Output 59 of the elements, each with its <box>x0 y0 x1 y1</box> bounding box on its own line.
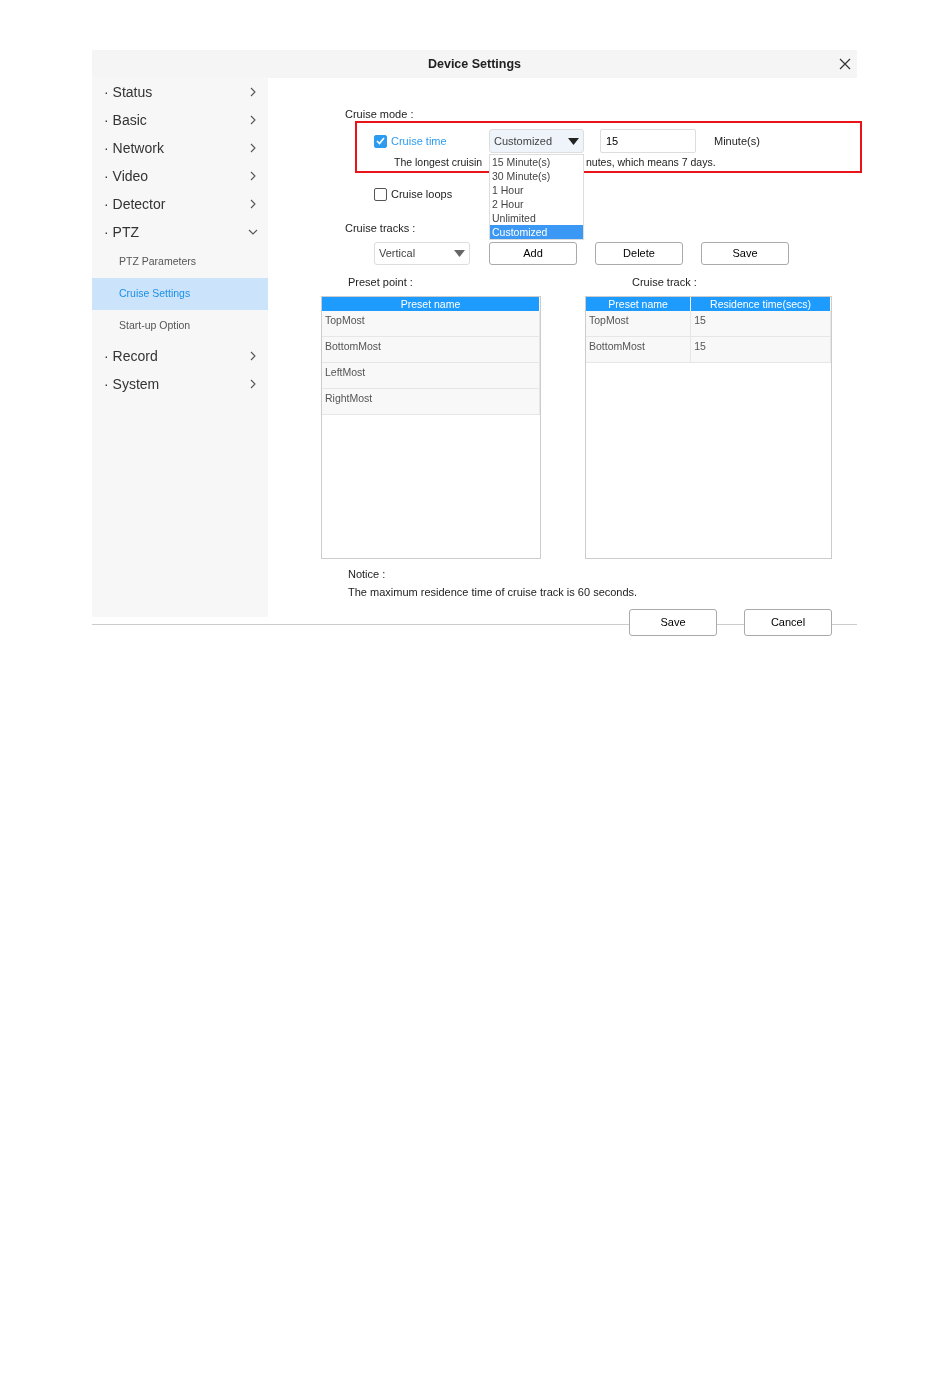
sidebar-item[interactable]: · Status <box>92 78 268 106</box>
chevron-right-icon <box>248 143 258 153</box>
checkbox[interactable] <box>374 187 387 201</box>
sidebar-item[interactable]: · Basic <box>92 106 268 134</box>
section-label: Preset point : <box>348 275 414 290</box>
section-label: Cruise mode : <box>345 108 414 121</box>
table-cell: RightMost <box>322 388 540 415</box>
sidebar-item[interactable]: · System <box>92 370 268 398</box>
sidebar-item[interactable]: · Record <box>92 342 268 370</box>
sidebar-subitem[interactable]: PTZ Parameters <box>92 246 268 278</box>
table-cell: 15 <box>691 310 831 337</box>
column-header: Residence time(secs) <box>691 296 831 311</box>
table-cell: BottomMost <box>586 336 692 363</box>
close-icon[interactable] <box>839 58 851 70</box>
notice-text: The maximum residence time of cruise track is 60 seconds. <box>348 585 639 600</box>
dropdown-option[interactable]: 2 Hour <box>490 197 583 211</box>
sidebar-item[interactable]: · Video <box>92 162 268 190</box>
footer-button[interactable]: Cancel <box>744 608 832 636</box>
table-cell: BottomMost <box>322 336 540 363</box>
chevron-right-icon <box>248 171 258 181</box>
caret-icon <box>454 250 465 257</box>
chevron-right-icon <box>248 87 258 97</box>
sidebar-subitem[interactable]: Start-up Option <box>92 310 268 342</box>
section-label: Cruise tracks : <box>345 220 416 236</box>
table-cell: TopMost <box>322 310 540 337</box>
dropdown-option[interactable]: Unlimited <box>490 211 583 225</box>
track-select[interactable]: Vertical <box>374 242 470 265</box>
dropdown-option[interactable]: 1 Hour <box>490 183 583 197</box>
hint-text: nutes, which means 7 days. <box>586 156 716 169</box>
checkbox-label: Cruise time <box>391 133 447 149</box>
notice-label: Notice : <box>348 566 387 582</box>
dropdown-option[interactable]: 15 Minute(s) <box>490 155 583 169</box>
sidebar-item[interactable]: · Detector <box>92 190 268 218</box>
table-cell: LeftMost <box>322 362 540 389</box>
footer-button[interactable]: Save <box>629 608 717 636</box>
action-button[interactable]: Delete <box>595 242 683 265</box>
chevron-down-icon <box>248 227 258 237</box>
dropdown-option[interactable]: 30 Minute(s) <box>490 169 583 183</box>
chevron-right-icon <box>248 379 258 389</box>
column-header: Preset name <box>322 296 540 311</box>
column-header: Preset name <box>586 296 692 311</box>
sidebar-item[interactable]: · Network <box>92 134 268 162</box>
duration-select[interactable]: Customized <box>489 129 584 153</box>
hint-text: The longest cruisin <box>394 156 483 168</box>
table-cell: 15 <box>691 336 831 363</box>
chevron-right-icon <box>248 199 258 209</box>
checkbox[interactable] <box>374 134 387 148</box>
caret-icon <box>568 137 579 145</box>
checkbox-label: Cruise loops <box>391 187 453 202</box>
action-button[interactable]: Save <box>701 242 789 265</box>
section-label: Cruise track : <box>632 275 697 290</box>
table-cell: TopMost <box>586 310 692 337</box>
minutes-input[interactable]: 15 <box>600 129 696 153</box>
action-button[interactable]: Add <box>489 242 577 265</box>
chevron-right-icon <box>248 115 258 125</box>
unit-label: Minute(s) <box>714 133 760 149</box>
sidebar-item[interactable]: · PTZ <box>92 218 268 246</box>
window-title: Device Settings <box>427 55 522 73</box>
chevron-right-icon <box>248 351 258 361</box>
